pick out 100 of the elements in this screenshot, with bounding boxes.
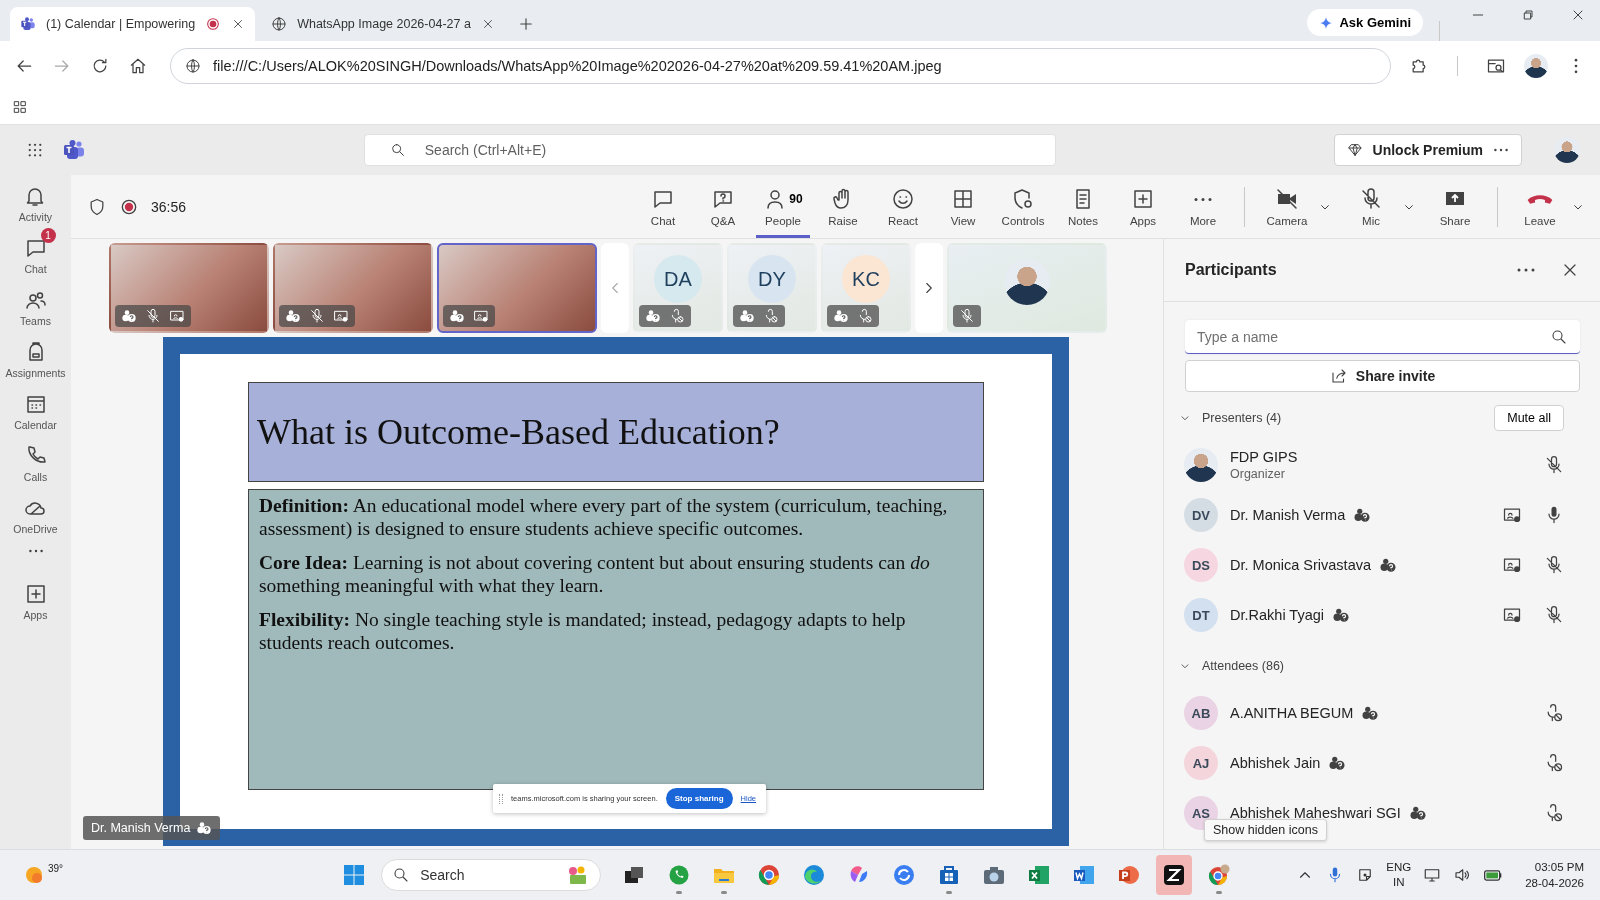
toolbar-button[interactable]: Q&A [696,175,750,238]
globe-icon [271,16,288,32]
person-badge-icon [833,308,849,324]
participant-tile[interactable] [947,243,1107,333]
toolbar-button[interactable]: Chat [636,175,690,238]
person-badge-icon [739,308,755,324]
app-launcher-icon[interactable] [26,141,44,159]
avatar: AJ [1184,746,1218,780]
taskbar-button[interactable] [1156,855,1193,895]
rail-item[interactable]: Calendar [5,383,66,431]
avatar: DS [1184,548,1218,582]
avatar: DV [1184,498,1218,532]
name-search-field[interactable]: Type a name [1185,320,1580,354]
mute-all-button[interactable]: Mute all [1494,405,1564,431]
more-icon [1193,196,1213,202]
more-icon [1493,148,1509,152]
rail-item[interactable]: Apps [14,573,57,621]
toolbar-button[interactable]: Share [1427,175,1483,238]
avatar-photo [1004,259,1050,305]
toolbar-button[interactable]: Controls [996,175,1050,238]
circle-app-icon[interactable] [1207,863,1232,887]
rail-item[interactable]: Teams [11,279,60,327]
avatar: AB [1184,696,1218,730]
participant-tile[interactable]: DY [727,243,817,333]
participant-tile[interactable]: KC [821,243,911,333]
wave-app-icon[interactable] [802,863,827,887]
profile-avatar[interactable] [1554,137,1580,163]
avatar: DY [748,255,796,303]
start-icon[interactable] [342,863,367,887]
presenter-name: Dr. Manish Verma [91,821,191,835]
toolbar-button[interactable]: Leave [1512,175,1568,238]
toolbar-button[interactable]: Notes [1056,175,1110,238]
search-icon [1550,328,1568,346]
person-badge-icon [449,308,465,324]
group-heading[interactable]: Attendees (86) [1202,659,1284,673]
more-icon[interactable] [27,549,44,553]
toolbar-button[interactable]: 90 People [756,175,810,238]
search-icon [389,142,406,158]
toolbar-button[interactable]: Mic [1343,175,1399,238]
group-heading[interactable]: Presenters (4) [1202,411,1282,425]
video-thumbnail[interactable] [437,243,597,333]
participant-tile[interactable]: DA [633,243,723,333]
call-timer: 36:56 [151,198,187,215]
taskbar-search[interactable]: Search [381,859,602,891]
share-invite-button[interactable]: Share invite [1185,360,1580,392]
rail-item[interactable]: Assignments [0,331,75,379]
avatar: DA [654,255,702,303]
panel-title: Participants [1185,261,1277,279]
shield-gear-icon [1011,186,1035,211]
search-field[interactable]: Search (Ctrl+Alt+E) [363,134,1056,166]
region-label[interactable]: IN [1392,875,1405,890]
toolbar-button[interactable]: React [876,175,930,238]
notification-badge: 1 [40,228,56,243]
avatar: DT [1184,598,1218,632]
presentation-icon[interactable] [1117,863,1142,887]
participant-name: Abhishek Maheshwari SGI [1230,805,1401,821]
slide-paragraph: Flexibility: No single teaching style is mandated; instead, pedagogy adapts to help students reach outcomes. [259,608,907,654]
browser-tab[interactable]: WhatsApp Image 2026-04-27 a [261,7,505,41]
language-label[interactable]: ENG [1386,860,1412,875]
network-icon[interactable] [1423,866,1442,884]
tab-title: WhatsApp Image 2026-04-27 a [297,17,471,31]
toolbar-button[interactable]: Apps [1116,175,1170,238]
document-icon[interactable] [1072,863,1097,887]
clock-time[interactable]: 03:05 PM [1534,859,1584,875]
hang-up-icon [1527,192,1553,205]
rail-item[interactable]: 1 Chat [14,227,57,275]
person-badge-icon [645,308,661,324]
camera-off-icon [1275,186,1299,211]
smile-icon [891,186,915,211]
rail-item[interactable]: Calls [14,435,57,483]
toolbar-button[interactable]: Raise [816,175,870,238]
rail-item[interactable]: Activity [9,175,62,223]
slide-title: What is Outcome-Based Education? [248,382,984,482]
scissor-app-icon[interactable] [1162,863,1187,887]
slide-paragraph: Core Idea: Learning is not about covering content but about ensuring students can do something meaningful with what they learn. [259,551,931,597]
toolbar-button[interactable]: More [1176,175,1230,238]
circle-app-icon[interactable] [757,863,782,887]
mic-off-icon [1359,186,1383,211]
apps-grid-icon[interactable] [12,99,28,115]
spreadsheet-icon[interactable] [1027,863,1052,887]
tooltip: Show hidden icons [1204,819,1327,841]
drag-handle[interactable] [499,793,503,804]
participant-name: Abhishek Jain [1230,755,1321,771]
video-thumbnail[interactable] [109,243,269,333]
participant-name: Dr. Manish Verma [1230,507,1346,523]
browser-tab[interactable]: (1) Calendar | Empowering [10,7,256,41]
rail-item[interactable]: OneDrive [4,487,67,535]
speaker-icon[interactable] [1453,866,1472,884]
video-thumbnail[interactable] [273,243,433,333]
sync-app-icon[interactable] [892,863,917,887]
diamond-icon [1346,142,1363,158]
toolbar-button[interactable]: View [936,175,990,238]
toolbar-button[interactable]: Camera [1259,175,1315,238]
stop-sharing-button[interactable]: Stop sharing [665,788,733,809]
avatar: KC [842,255,890,303]
ask-gemini-button[interactable]: Ask Gemini [1307,9,1423,36]
profile-avatar[interactable] [1524,53,1548,78]
weather-widget[interactable]: 39° [22,863,64,887]
unlock-premium-button[interactable]: Unlock Premium [1333,134,1522,166]
clock-date[interactable]: 28-04-2026 [1525,875,1584,891]
